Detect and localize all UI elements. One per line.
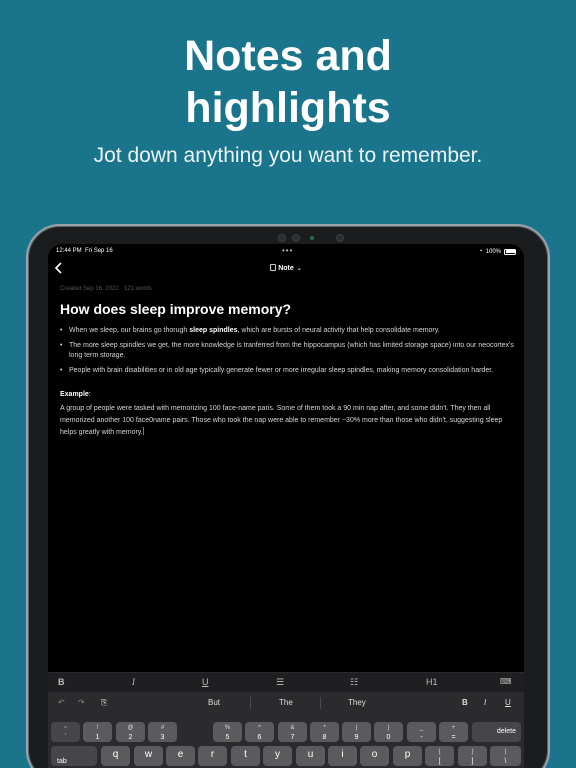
key-1[interactable]: ! 1 xyxy=(83,722,112,742)
list-item[interactable]: The more sleep spindles we get, the more… xyxy=(60,341,516,361)
example-paragraph[interactable]: A group of people were tasked with memor… xyxy=(60,403,516,439)
key-i[interactable]: i xyxy=(328,746,357,766)
status-time: 12:44 PM Fri Sep 16 xyxy=(56,248,113,254)
list-item[interactable]: People with brain disabilities or in old… xyxy=(60,366,516,376)
key-bracket-close[interactable]: }] xyxy=(458,746,487,766)
key-5[interactable]: % 5 xyxy=(213,722,242,742)
headline: Notes and highlights xyxy=(0,30,576,134)
key-t[interactable]: t xyxy=(231,746,260,766)
key-e[interactable]: e xyxy=(166,746,195,766)
note-heading[interactable]: How does sleep improve memory? xyxy=(60,301,516,317)
bold-button[interactable]: B xyxy=(58,677,65,687)
bullet-list-icon[interactable]: ☰ xyxy=(276,677,284,688)
list-item[interactable]: When we sleep, our brains go thorugh sle… xyxy=(60,326,516,336)
battery-percent: 100% xyxy=(485,248,501,255)
camera-indicator-icon xyxy=(310,236,314,240)
paste-icon[interactable]: ⎘ xyxy=(101,698,107,708)
status-indicators: ◔ 100% xyxy=(478,248,516,255)
note-title-menu[interactable]: Note ⌄ xyxy=(48,264,524,272)
suggestion-3[interactable]: They xyxy=(348,698,366,707)
key-minus[interactable]: _ - xyxy=(407,722,436,742)
underline-button[interactable]: U xyxy=(202,677,209,687)
document-icon xyxy=(270,264,277,271)
note-meta: Created Sep 16, 2022 · 121 words xyxy=(60,286,152,292)
key-backtick[interactable]: ~ ` xyxy=(51,722,80,742)
key-9[interactable]: (9 xyxy=(342,722,371,742)
key-u[interactable]: u xyxy=(296,746,325,766)
suggestion-bar: ↶ ↷ ⎘ But The They B I U xyxy=(48,692,524,714)
key-backslash[interactable]: | \ xyxy=(490,746,521,766)
example-label[interactable]: Example: xyxy=(60,391,516,398)
format-toolbar: B I U ☰ ☷ H1 ⌨ xyxy=(48,672,524,692)
key-equals[interactable]: + = xyxy=(439,722,468,742)
note-content[interactable]: Created Sep 16, 2022 · 121 words How doe… xyxy=(60,284,516,439)
headline-line-1: Notes and xyxy=(184,32,392,80)
suggestion-1[interactable]: But xyxy=(208,698,220,707)
headline-line-2: highlights xyxy=(185,84,391,132)
key-bracket-open[interactable]: {[ xyxy=(425,746,454,766)
undo-icon[interactable]: ↶ xyxy=(58,698,65,707)
wifi-icon: ◔ xyxy=(478,248,483,255)
key-7[interactable]: & 7 xyxy=(278,722,307,742)
chevron-down-icon: ⌄ xyxy=(296,266,302,272)
battery-icon xyxy=(504,248,516,255)
key-8[interactable]: * 8 xyxy=(310,722,339,742)
app-screen: 12:44 PM Fri Sep 16 ••• ◔ 100% Note ⌄ Cr… xyxy=(48,244,524,768)
underline-shortcut-button[interactable]: U xyxy=(505,698,511,707)
sensor-icon xyxy=(292,234,300,242)
tab-key[interactable]: tab xyxy=(51,746,97,766)
camera-bar xyxy=(278,234,348,242)
subheadline: Jot down anything you want to remember. xyxy=(93,144,483,167)
suggestion-2[interactable]: The xyxy=(279,698,293,707)
status-bar: 12:44 PM Fri Sep 16 ••• ◔ 100% xyxy=(48,244,524,258)
key-p[interactable]: p xyxy=(393,746,422,766)
key-w[interactable]: w xyxy=(134,746,163,766)
multitasking-dots-icon[interactable]: ••• xyxy=(282,246,293,255)
bold-shortcut-button[interactable]: B xyxy=(462,698,468,707)
key-r[interactable]: r xyxy=(198,746,227,766)
key-3[interactable]: #3 xyxy=(148,722,177,742)
key-y[interactable]: y xyxy=(263,746,292,766)
divider xyxy=(250,697,251,709)
text-cursor xyxy=(142,427,144,435)
camera-icon xyxy=(336,234,344,242)
note-title-label: Note xyxy=(278,265,294,272)
key-q[interactable]: q xyxy=(101,746,130,766)
hide-keyboard-icon[interactable]: ⌨ xyxy=(500,677,512,686)
heading-button[interactable]: H1 xyxy=(426,677,438,687)
keyboard: ~ ` ! 1 @2 #3 % 5 ^ 6 & 7 * 8 (9 ) 0 _ - + = dele… xyxy=(48,714,524,768)
numbered-list-icon[interactable]: ☷ xyxy=(350,677,358,688)
delete-key[interactable]: delete xyxy=(472,722,521,742)
key-0[interactable]: ) 0 xyxy=(374,722,403,742)
divider xyxy=(320,697,321,709)
note-bullet-list: When we sleep, our brains go thorugh sle… xyxy=(60,326,516,376)
note-nav-bar: Note ⌄ xyxy=(48,260,524,278)
italic-button[interactable]: I xyxy=(132,677,135,687)
redo-icon[interactable]: ↷ xyxy=(78,698,85,707)
italic-shortcut-button[interactable]: I xyxy=(484,698,486,707)
key-6[interactable]: ^ 6 xyxy=(245,722,274,742)
key-o[interactable]: o xyxy=(360,746,389,766)
key-2[interactable]: @2 xyxy=(116,722,145,742)
sensor-icon xyxy=(278,234,286,242)
